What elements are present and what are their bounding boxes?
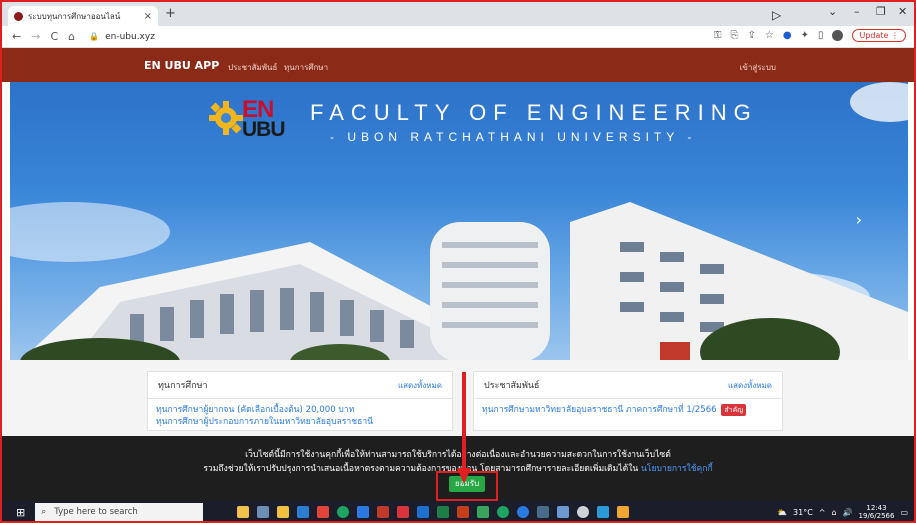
- login-link[interactable]: เข้าสู่ระบบ: [740, 61, 776, 74]
- tab-close-icon[interactable]: ×: [144, 11, 152, 22]
- update-button[interactable]: Update ⋮: [852, 29, 906, 42]
- app-icon[interactable]: [537, 506, 550, 518]
- close-window-button[interactable]: ✕: [898, 5, 907, 18]
- card-title: ทุนการศึกษา: [158, 381, 208, 391]
- cookie-message-text: รวมถึงช่วยให้เราปรับปรุงการนำเสนอเนื้อหา…: [203, 464, 639, 474]
- taskbar-clock[interactable]: 12:43 19/6/2566: [859, 504, 895, 520]
- important-badge: สำคัญ: [721, 404, 747, 416]
- gear-logo-icon: [209, 101, 243, 135]
- browser-tab-bar: ระบบทุนการศึกษาออนไลน์ × + ▷ ⌄ – ❐ ✕: [2, 2, 914, 26]
- new-tab-button[interactable]: +: [165, 6, 176, 21]
- settings-icon[interactable]: [577, 506, 590, 518]
- app-icon[interactable]: [497, 506, 510, 518]
- notification-icon[interactable]: ▭: [900, 508, 908, 517]
- logo-ubu-text: UBU: [242, 118, 285, 141]
- vscode-icon[interactable]: [357, 506, 370, 518]
- hero-title: FACULTY OF ENGINEERING: [310, 100, 758, 125]
- clock-time: 12:43: [866, 504, 887, 512]
- hero-subtitle: - UBON RATCHATHANI UNIVERSITY -: [330, 130, 697, 144]
- list-item[interactable]: ทุนการศึกษาผู้ประกอบการภายในมหาวิทยาลัยอ…: [156, 416, 444, 428]
- app-icon[interactable]: [397, 506, 410, 518]
- news-card: ประชาสัมพันธ์ แสดงทั้งหมด ทุนการศึกษามหา…: [473, 371, 783, 431]
- nav-link-news[interactable]: ประชาสัมพันธ์: [228, 61, 277, 74]
- cookie-policy-link[interactable]: นโยบายการใช้คุกกี้: [641, 464, 713, 474]
- toolbar-actions: ⚿ ⎘ ⇪ ☆ ● ✦ ▯ Update ⋮: [714, 29, 906, 42]
- home-icon[interactable]: ⌂: [68, 30, 75, 43]
- taskbar-search-input[interactable]: ⌕ Type here to search: [35, 503, 204, 521]
- back-arrow-icon[interactable]: ←: [12, 30, 21, 43]
- key-icon[interactable]: ⚿: [714, 30, 722, 41]
- app-icon[interactable]: [557, 506, 570, 518]
- nav-link-scholarship[interactable]: ทุนการศึกษา: [284, 61, 328, 74]
- windows-start-icon[interactable]: ⊞: [16, 506, 25, 519]
- task-view-icon[interactable]: [257, 506, 270, 518]
- tab-title: ระบบทุนการศึกษาออนไลน์: [28, 11, 121, 21]
- card-title: ประชาสัมพันธ์: [484, 381, 540, 391]
- taskbar-apps: [237, 506, 630, 518]
- app-icon[interactable]: [377, 506, 390, 518]
- widget-icon[interactable]: [237, 506, 250, 518]
- url-text: en-ubu.xyz: [105, 31, 155, 42]
- puzzle-icon[interactable]: ✦: [801, 30, 809, 41]
- browser-tab[interactable]: ระบบทุนการศึกษาออนไลน์ ×: [8, 6, 158, 26]
- weather-text: 31°C: [793, 507, 813, 517]
- app-icon[interactable]: [597, 506, 610, 518]
- list-item-text: ทุนการศึกษามหาวิทยาลัยอุบลราชธานี ภาคการ…: [482, 405, 717, 415]
- file-explorer-icon[interactable]: [277, 506, 290, 518]
- reload-icon[interactable]: C: [50, 30, 58, 43]
- search-icon: ⌕: [41, 507, 47, 517]
- app-icon[interactable]: [617, 506, 630, 518]
- word-icon[interactable]: [417, 506, 430, 518]
- powerpoint-icon[interactable]: [457, 506, 470, 518]
- lock-icon: 🔒: [89, 32, 100, 41]
- search-placeholder: Type here to search: [54, 507, 138, 517]
- extension-icon[interactable]: ●: [783, 30, 792, 41]
- app-icon[interactable]: [477, 506, 490, 518]
- chrome-icon[interactable]: [337, 506, 350, 518]
- address-bar-row: ← → C ⌂ 🔒 en-ubu.xyz ⚿ ⎘ ⇪ ☆ ● ✦ ▯ Updat…: [2, 26, 914, 48]
- app-icon[interactable]: [517, 506, 530, 518]
- forward-arrow-icon[interactable]: →: [31, 30, 40, 43]
- site-brand[interactable]: EN UBU APP: [144, 59, 219, 72]
- card-header: ประชาสัมพันธ์ แสดงทั้งหมด: [474, 372, 782, 399]
- clock-date: 19/6/2566: [858, 512, 895, 520]
- tray-chevron-icon[interactable]: ^: [819, 508, 826, 517]
- list-item[interactable]: ทุนการศึกษาผู้ยากจน (คัดเลือกเบื้องต้น) …: [156, 404, 444, 416]
- system-tray: ⛅ 31°C ^ ⌂ 🔊 12:43 19/6/2566 ▭: [777, 504, 908, 520]
- card-body: ทุนการศึกษามหาวิทยาลัยอุบลราชธานี ภาคการ…: [474, 399, 782, 421]
- see-all-link[interactable]: แสดงทั้งหมด: [398, 379, 442, 392]
- screenshot-frame: ระบบทุนการศึกษาออนไลน์ × + ▷ ⌄ – ❐ ✕ ← →…: [0, 0, 916, 523]
- url-field[interactable]: 🔒 en-ubu.xyz: [89, 32, 155, 42]
- network-icon[interactable]: ⌂: [831, 508, 836, 517]
- see-all-link[interactable]: แสดงทั้งหมด: [728, 379, 772, 392]
- app-icon[interactable]: [297, 506, 310, 518]
- card-body: ทุนการศึกษาผู้ยากจน (คัดเลือกเบื้องต้น) …: [148, 399, 452, 433]
- update-label: Update: [859, 31, 889, 40]
- annotation-arrow-icon: [457, 372, 471, 484]
- hero-banner: EN UBU FACULTY OF ENGINEERING - UBON RAT…: [10, 82, 908, 360]
- volume-icon[interactable]: 🔊: [843, 508, 853, 517]
- translate-icon[interactable]: ⎘: [730, 30, 738, 41]
- excel-icon[interactable]: [437, 506, 450, 518]
- minimize-button[interactable]: –: [854, 5, 860, 18]
- site-favicon-icon: [14, 11, 23, 21]
- bookmark-star-icon[interactable]: ☆: [765, 30, 774, 41]
- list-item[interactable]: ทุนการศึกษามหาวิทยาลัยอุบลราชธานี ภาคการ…: [482, 404, 774, 416]
- scholarship-card: ทุนการศึกษา แสดงทั้งหมด ทุนการศึกษาผู้ยา…: [147, 371, 453, 431]
- mouse-cursor-icon: ▷: [772, 8, 782, 22]
- share-icon[interactable]: ⇪: [747, 30, 755, 41]
- maximize-button[interactable]: ❐: [876, 5, 886, 18]
- windows-taskbar: ⊞ ⌕ Type here to search ⛅ 31°C ^ ⌂ 🔊 12:…: [2, 501, 914, 521]
- profile-avatar-icon[interactable]: [832, 30, 844, 41]
- card-header: ทุนการศึกษา แสดงทั้งหมด: [148, 372, 452, 399]
- tab-search-button[interactable]: ⌄: [828, 5, 837, 18]
- sidepanel-icon[interactable]: ▯: [818, 30, 824, 41]
- weather-icon[interactable]: ⛅: [777, 508, 787, 517]
- app-icon[interactable]: [317, 506, 330, 518]
- site-navbar: EN UBU APP ประชาสัมพันธ์ ทุนการศึกษา เข้…: [2, 48, 914, 82]
- cloud-shape: [850, 82, 908, 122]
- building-illustration: [20, 202, 908, 360]
